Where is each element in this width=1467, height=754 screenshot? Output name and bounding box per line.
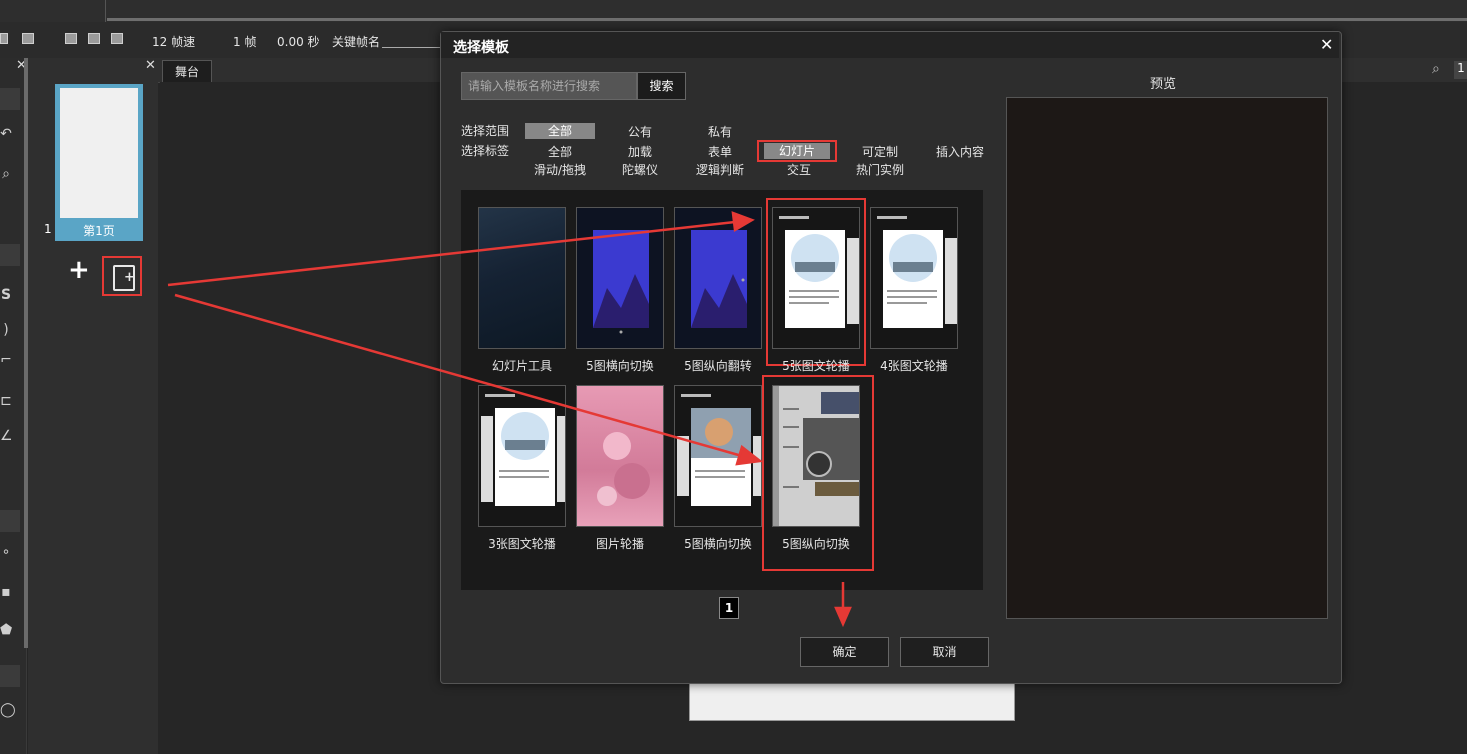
search-icon[interactable]: ⌕ (1432, 61, 1440, 77)
frame-readout: 1 帧 (233, 35, 257, 49)
template-label: 3张图文轮播 (488, 537, 556, 551)
undo-icon[interactable]: ↶ (0, 126, 12, 142)
template-label: 5图横向切换 (684, 537, 752, 551)
page-number: 1 (44, 222, 52, 236)
tag-interaction[interactable]: 交互 (764, 161, 834, 178)
scope-public[interactable]: 公有 (605, 123, 675, 140)
scope-all[interactable]: 全部 (525, 123, 595, 139)
text-tool-icon[interactable]: S (0, 287, 12, 303)
text-carousel-image (481, 394, 565, 506)
tag-label: 选择标签 (461, 144, 510, 158)
page-thumbnail-label: 第1页 (83, 224, 115, 238)
template-card[interactable] (674, 385, 762, 527)
timeline-track (107, 18, 1467, 21)
cancel-button[interactable]: 取消 (900, 637, 989, 667)
tag-popular[interactable]: 热门实例 (845, 161, 915, 178)
settings-frame-icon[interactable] (111, 33, 123, 44)
page-thumbnail-canvas (60, 88, 138, 218)
tab-stage[interactable]: 舞台 (162, 60, 212, 83)
frame-icon[interactable] (65, 33, 77, 44)
fps-readout: 12 帧速 (152, 35, 196, 49)
tag-loading[interactable]: 加载 (605, 143, 675, 160)
tag-swipe-drag[interactable]: 滑动/拖拽 (525, 161, 595, 178)
preview-area (1006, 97, 1328, 619)
search-button[interactable]: 搜索 (637, 72, 686, 100)
ok-button[interactable]: 确定 (800, 637, 889, 667)
tool-group-header (0, 244, 20, 266)
mountain-night-image (691, 230, 747, 328)
add-from-template-button[interactable]: + (102, 256, 142, 296)
template-label: 幻灯片工具 (491, 359, 552, 373)
text-carousel-image (877, 216, 957, 328)
time-readout: 0.00 秒 (277, 35, 320, 49)
top-divider (105, 0, 106, 22)
template-card[interactable] (674, 207, 762, 349)
dialog-title-bar (441, 32, 1339, 58)
zoom-icon[interactable]: ⌕ (0, 166, 12, 182)
template-card[interactable] (478, 385, 566, 527)
dialog-title: 选择模板 (453, 40, 509, 56)
template-label: 5图纵向翻转 (684, 359, 752, 373)
template-label: 4张图文轮播 (880, 359, 948, 373)
template-label: 5张图文轮播 (782, 359, 850, 373)
photo-carousel-image (677, 394, 761, 506)
lasso-icon[interactable]: ◯ (0, 702, 16, 718)
tag-form[interactable]: 表单 (685, 143, 755, 160)
tag-insert-content[interactable]: 插入内容 (925, 143, 995, 160)
dialog-close-icon[interactable]: ✕ (1320, 35, 1333, 54)
audio-icon[interactable]: ) (0, 322, 12, 338)
top-strip (0, 0, 1467, 22)
tag-customizable[interactable]: 可定制 (845, 143, 915, 160)
template-card[interactable] (870, 207, 958, 349)
add-page-button[interactable]: + (68, 257, 90, 283)
rect-icon[interactable]: ▪ (0, 584, 12, 600)
delete-icon[interactable] (0, 33, 8, 44)
flower-image (597, 432, 650, 506)
tool-group-header (0, 510, 20, 532)
zoom-value[interactable]: 1 (1454, 61, 1467, 79)
frame-tool-icon[interactable]: ⊏ (0, 393, 12, 409)
template-card[interactable] (576, 207, 664, 349)
layer-icon[interactable] (22, 33, 34, 44)
tag-all[interactable]: 全部 (525, 143, 595, 160)
template-highlight (766, 198, 866, 366)
shape-icon[interactable]: ⌐ (0, 352, 12, 368)
tool-group-header (0, 665, 20, 687)
template-card[interactable] (576, 385, 664, 527)
template-label: 5图横向切换 (586, 359, 654, 373)
template-label: 5图纵向切换 (782, 537, 850, 551)
template-card[interactable] (478, 207, 566, 349)
plus-icon: + (124, 270, 135, 285)
keyframe-label: 关键帧名 (332, 35, 381, 49)
template-search-input[interactable] (461, 72, 637, 100)
pages-panel-close-icon[interactable]: ✕ (145, 58, 156, 73)
stage-canvas[interactable] (689, 679, 1015, 721)
copy-frame-icon[interactable] (88, 33, 100, 44)
template-label: 图片轮播 (595, 537, 644, 551)
tag-logic[interactable]: 逻辑判断 (685, 161, 755, 178)
scope-label: 选择范围 (461, 124, 510, 138)
tag-gyroscope[interactable]: 陀螺仪 (605, 161, 675, 178)
scope-private[interactable]: 私有 (685, 123, 755, 140)
keyframe-name-field[interactable] (382, 47, 442, 48)
mountain-night-image (593, 230, 649, 334)
page-indicator[interactable]: 1 (719, 597, 739, 619)
check-icon[interactable]: ∠ (0, 428, 13, 444)
tag-slideshow[interactable]: 幻灯片 (764, 143, 830, 159)
preview-title: 预览 (1150, 77, 1177, 92)
path-icon[interactable]: ∘ (0, 544, 12, 560)
tool-group-header (0, 88, 20, 110)
polygon-icon[interactable]: ⬟ (0, 622, 12, 638)
